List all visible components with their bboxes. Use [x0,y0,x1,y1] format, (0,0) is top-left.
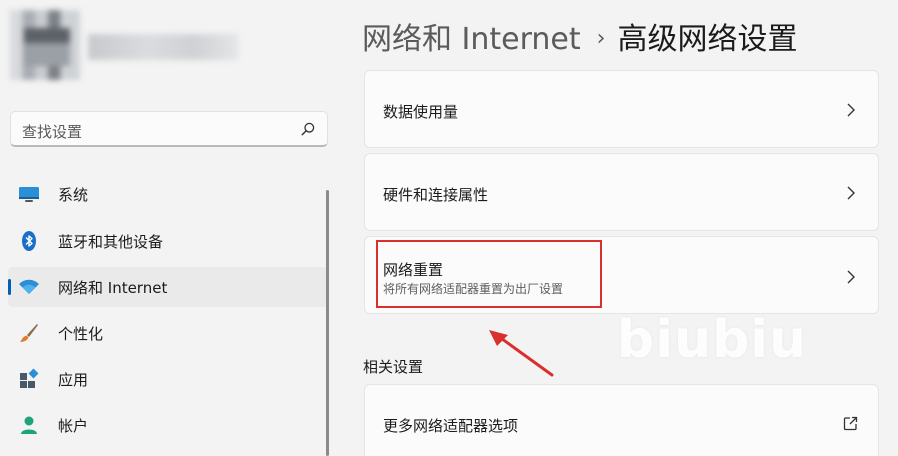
sidebar-item-network[interactable]: 网络和 Internet [8,267,328,307]
watermark: biubiu [617,310,808,370]
page-title: 高级网络设置 [617,22,798,57]
avatar [10,10,80,80]
sidebar-item-label: 帐户 [58,417,89,435]
card-title: 硬件和连接属性 [383,186,489,204]
chevron-right-icon [847,186,855,200]
sidebar-item-accounts[interactable]: 帐户 [8,405,328,445]
external-link-icon [843,416,858,431]
annotation-arrow [489,330,554,377]
sidebar-item-label: 系统 [58,186,89,204]
breadcrumb-separator: › [596,26,606,51]
bluetooth-icon [22,231,36,251]
related-settings-heading: 相关设置 [363,358,424,376]
account-icon [21,416,37,434]
sidebar-item-bluetooth[interactable]: 蓝牙和其他设备 [8,221,328,261]
sidebar-item-label: 蓝牙和其他设备 [58,233,164,251]
sidebar-scrollbar[interactable] [326,190,329,456]
data-usage-card[interactable]: 数据使用量 [364,70,879,148]
sidebar-item-system[interactable]: 系统 [8,174,328,214]
search-input[interactable]: 查找设置 [10,111,328,147]
active-indicator [8,279,11,295]
brush-icon [20,324,38,342]
search-icon [301,122,315,136]
sidebar-item-personalization[interactable]: 个性化 [8,313,328,353]
card-title: 更多网络适配器选项 [383,417,519,435]
sidebar-item-label: 个性化 [58,325,104,343]
apps-icon [20,368,39,388]
monitor-icon [19,187,39,202]
sidebar-item-apps[interactable]: 应用 [8,359,328,399]
wifi-icon [19,279,39,294]
chevron-right-icon [847,103,855,117]
more-adapter-options-card[interactable]: 更多网络适配器选项 [364,384,879,456]
breadcrumb: 网络和 Internet › 高级网络设置 [362,14,797,58]
breadcrumb-parent[interactable]: 网络和 Internet [362,22,581,57]
chevron-right-icon [847,270,855,284]
user-profile[interactable] [10,6,330,90]
card-title: 数据使用量 [383,103,459,121]
profile-name-blurred [88,34,238,60]
sidebar-item-label: 网络和 Internet [58,279,168,297]
highlight-box [376,240,602,308]
search-placeholder: 查找设置 [22,123,83,141]
hardware-properties-card[interactable]: 硬件和连接属性 [364,153,879,231]
sidebar-item-label: 应用 [58,371,89,389]
sidebar: 查找设置 系统 蓝牙和其他设备 网络和 Internet 个性化 应用 帐户 [0,0,340,456]
